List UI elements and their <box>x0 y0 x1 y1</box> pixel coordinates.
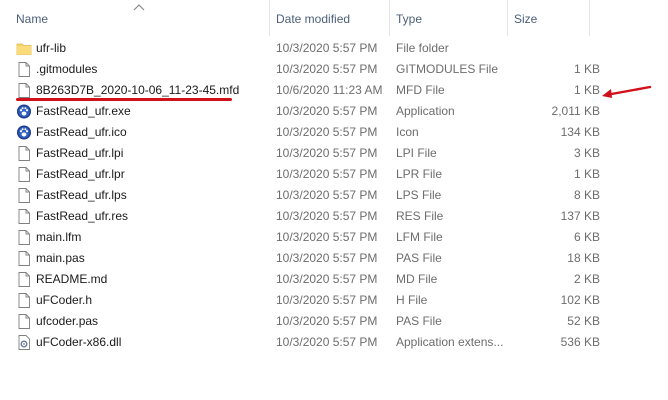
file-row[interactable]: FastRead_ufr.ico 10/3/2020 5:57 PM Icon 134… <box>0 122 600 143</box>
file-name: main.lfm <box>36 230 82 244</box>
file-type: MFD File <box>396 83 445 97</box>
file-icon <box>16 292 32 309</box>
file-date-modified: 10/3/2020 5:57 PM <box>276 104 378 118</box>
red-arrow-annotation <box>602 85 652 98</box>
file-size: 6 KB <box>573 230 600 244</box>
file-type: PAS File <box>396 251 442 265</box>
file-type: MD File <box>396 272 438 286</box>
file-size: 2 KB <box>573 272 600 286</box>
file-size: 3 KB <box>573 146 600 160</box>
column-header-date-label: Date modified <box>276 12 351 26</box>
file-type: GITMODULES File <box>396 62 499 76</box>
file-date-modified: 10/3/2020 5:57 PM <box>276 293 378 307</box>
file-type: File folder <box>396 41 449 55</box>
file-name: ufcoder.pas <box>36 314 99 328</box>
file-size: 52 KB <box>567 314 600 328</box>
file-icon <box>16 250 32 267</box>
file-type: LPI File <box>396 146 437 160</box>
file-date-modified: 10/3/2020 5:57 PM <box>276 314 378 328</box>
file-date-modified: 10/3/2020 5:57 PM <box>276 251 378 265</box>
app-paw-icon <box>16 124 32 141</box>
file-size: 2,011 KB <box>551 104 600 118</box>
file-row[interactable]: FastRead_ufr.lpr 10/3/2020 5:57 PM LPR Fil… <box>0 164 600 185</box>
file-date-modified: 10/3/2020 5:57 PM <box>276 188 378 202</box>
file-name: uFCoder.h <box>36 293 93 307</box>
column-header-type[interactable]: Type <box>390 0 508 36</box>
file-name: ufr-lib <box>36 41 67 55</box>
file-size: 18 KB <box>567 251 600 265</box>
file-size: 1 KB <box>573 83 600 97</box>
file-row[interactable]: FastRead_ufr.res 10/3/2020 5:57 PM RES Fil… <box>0 206 600 227</box>
file-date-modified: 10/3/2020 5:57 PM <box>276 41 378 55</box>
file-name: FastRead_ufr.res <box>36 209 129 223</box>
file-type: LPS File <box>396 188 442 202</box>
column-header-size[interactable]: Size <box>508 0 590 36</box>
file-row[interactable]: ufcoder.pas 10/3/2020 5:57 PM PAS File 52 K… <box>0 311 600 332</box>
file-row[interactable]: ufr-lib 10/3/2020 5:57 PM File folder <box>0 38 600 59</box>
file-type: Application extens... <box>396 335 504 349</box>
file-size: 536 KB <box>560 335 600 349</box>
dll-gear-icon <box>16 334 32 351</box>
file-type: LFM File <box>396 230 443 244</box>
file-name: FastRead_ufr.exe <box>36 104 131 118</box>
file-row[interactable]: FastRead_ufr.lpi 10/3/2020 5:57 PM LPI Fil… <box>0 143 600 164</box>
file-date-modified: 10/3/2020 5:57 PM <box>276 125 378 139</box>
file-type: PAS File <box>396 314 442 328</box>
file-icon <box>16 166 32 183</box>
sort-ascending-icon <box>133 4 145 11</box>
file-row[interactable]: FastRead_ufr.exe 10/3/2020 5:57 PM Applica… <box>0 101 600 122</box>
column-header-type-label: Type <box>396 12 423 26</box>
red-underline-annotation <box>16 98 232 101</box>
file-icon <box>16 82 32 99</box>
file-row[interactable]: uFCoder-x86.dll 10/3/2020 5:57 PM Applicat… <box>0 332 600 353</box>
file-date-modified: 10/3/2020 5:57 PM <box>276 146 378 160</box>
file-size: 8 KB <box>573 188 600 202</box>
file-name: FastRead_ufr.ico <box>36 125 127 139</box>
file-type: LPR File <box>396 167 443 181</box>
file-size: 137 KB <box>560 209 600 223</box>
file-date-modified: 10/3/2020 5:57 PM <box>276 230 378 244</box>
file-date-modified: 10/3/2020 5:57 PM <box>276 62 378 76</box>
column-header-date[interactable]: Date modified <box>270 0 390 36</box>
file-date-modified: 10/6/2020 11:23 AM <box>276 83 383 97</box>
app-paw-icon <box>16 103 32 120</box>
column-header-size-label: Size <box>514 12 538 26</box>
column-header-name-label: Name <box>16 12 49 26</box>
file-row[interactable]: uFCoder.h 10/3/2020 5:57 PM H File 102 KB <box>0 290 600 311</box>
file-row[interactable]: main.pas 10/3/2020 5:57 PM PAS File 18 KB <box>0 248 600 269</box>
file-row[interactable]: .gitmodules 10/3/2020 5:57 PM GITMODULES F… <box>0 59 600 80</box>
file-icon <box>16 61 32 78</box>
file-type: RES File <box>396 209 444 223</box>
file-icon <box>16 313 32 330</box>
column-header-bar: Name Date modified Type Size <box>0 0 668 36</box>
file-icon <box>16 145 32 162</box>
file-icon <box>16 229 32 246</box>
file-name: FastRead_ufr.lpi <box>36 146 124 160</box>
file-date-modified: 10/3/2020 5:57 PM <box>276 272 378 286</box>
file-icon <box>16 187 32 204</box>
file-date-modified: 10/3/2020 5:57 PM <box>276 335 378 349</box>
file-name: FastRead_ufr.lps <box>36 188 127 202</box>
file-size <box>520 38 600 59</box>
folder-icon <box>16 40 32 57</box>
file-date-modified: 10/3/2020 5:57 PM <box>276 209 378 223</box>
file-row[interactable]: main.lfm 10/3/2020 5:57 PM LFM File 6 KB <box>0 227 600 248</box>
file-size: 134 KB <box>560 125 600 139</box>
file-type: Icon <box>396 125 419 139</box>
file-size: 1 KB <box>573 167 600 181</box>
file-name: FastRead_ufr.lpr <box>36 167 125 181</box>
file-name: README.md <box>36 272 108 286</box>
file-name: main.pas <box>36 251 85 265</box>
file-type: Application <box>396 104 455 118</box>
file-name: .gitmodules <box>36 62 98 76</box>
file-row[interactable]: README.md 10/3/2020 5:57 PM MD File 2 KB <box>0 269 600 290</box>
file-type: H File <box>396 293 428 307</box>
file-size: 1 KB <box>573 62 600 76</box>
file-icon <box>16 208 32 225</box>
file-row[interactable]: FastRead_ufr.lps 10/3/2020 5:57 PM LPS Fil… <box>0 185 600 206</box>
file-name: uFCoder-x86.dll <box>36 335 122 349</box>
file-size: 102 KB <box>560 293 600 307</box>
file-date-modified: 10/3/2020 5:57 PM <box>276 167 378 181</box>
file-icon <box>16 271 32 288</box>
